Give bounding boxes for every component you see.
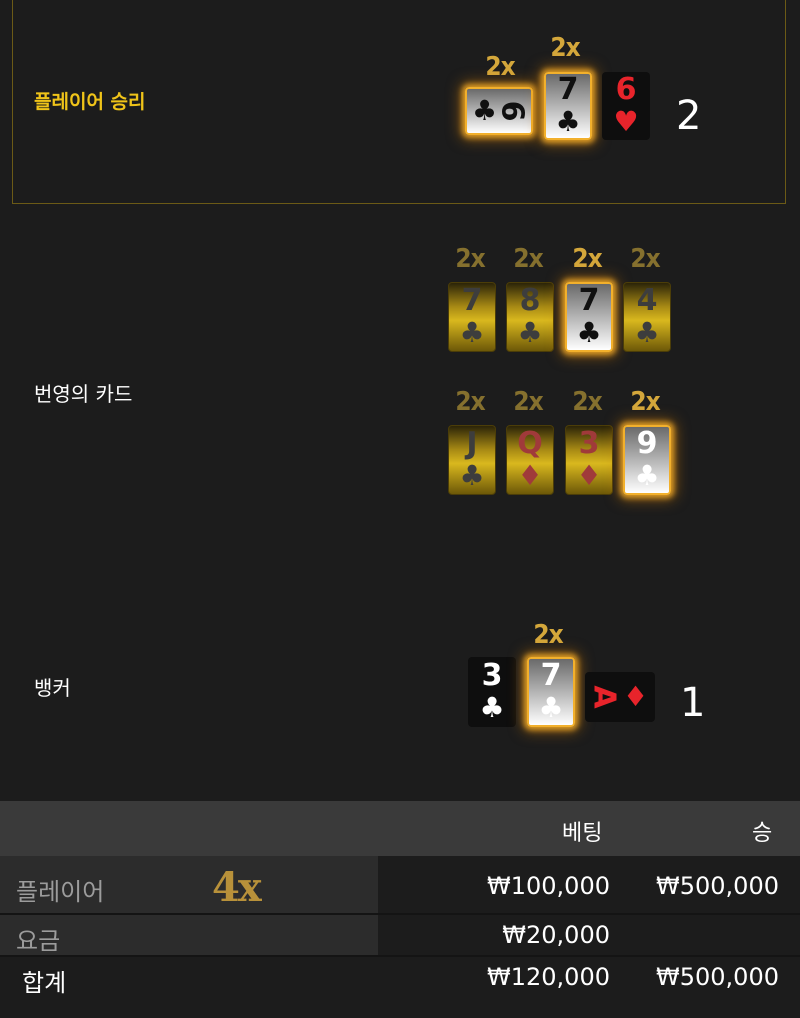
card-rank: 6 — [615, 72, 637, 107]
card-rank: 8 — [519, 283, 541, 318]
banker-card-2: 7 ♣ — [527, 657, 575, 727]
banker-card-1: 3 ♣ — [468, 657, 516, 727]
multiplier-badge: 2x — [455, 244, 485, 274]
player-card-1: ♣ 9 — [465, 87, 533, 135]
multiplier-badge: 2x — [630, 387, 660, 417]
player-score: 2 — [676, 93, 702, 139]
table-row: 플레이어 4x ₩100,000 ₩500,000 — [0, 856, 800, 913]
table-header: 베팅 승 — [0, 801, 800, 856]
banker-score: 1 — [680, 680, 706, 726]
lightning-card: 8 ♣ — [506, 282, 554, 352]
bet-column-header: 베팅 — [562, 821, 603, 846]
card-rank: Q — [517, 426, 543, 461]
card-rank: 7 — [557, 72, 579, 107]
card-rank: 9 — [497, 100, 533, 122]
bet-amount: ₩100,000 — [487, 872, 610, 900]
player-card-3: 6 ♥ — [602, 72, 650, 140]
club-icon: ♣ — [479, 691, 505, 724]
multiplier-badge: 2x — [485, 52, 515, 82]
multiplier-badge: 2x — [513, 244, 543, 274]
player-card-2: 7 ♣ — [544, 72, 592, 140]
card-rank: 3 — [578, 426, 600, 461]
lightning-card-active: 7 ♣ — [565, 282, 613, 352]
card-rank: A — [586, 685, 622, 709]
table-row-total: 합계 ₩120,000 ₩500,000 — [0, 957, 800, 1007]
lightning-card: 4 ♣ — [623, 282, 671, 352]
table-row: 요금 ₩20,000 — [0, 915, 800, 955]
multiplier-badge: 2x — [630, 244, 660, 274]
multiplier-badge: 2x — [455, 387, 485, 417]
card-rank: 3 — [481, 658, 503, 693]
row-label: 요금 — [16, 927, 61, 955]
diamond-icon: ♦ — [623, 680, 649, 713]
club-icon: ♣ — [634, 459, 660, 492]
card-rank: 7 — [540, 658, 562, 693]
diamond-icon: ♦ — [517, 459, 543, 492]
bet-amount: ₩120,000 — [487, 963, 610, 991]
banker-card-3: A ♦ — [585, 672, 655, 722]
club-icon: ♣ — [538, 691, 564, 724]
lightning-card: J ♣ — [448, 425, 496, 495]
multiplier-badge: 2x — [550, 33, 580, 63]
multiplier-badge: 2x — [572, 387, 602, 417]
card-rank: 7 — [461, 283, 483, 318]
card-rank: J — [466, 426, 478, 461]
club-icon: ♣ — [472, 94, 498, 127]
card-rank: 7 — [578, 283, 600, 318]
heart-icon: ♥ — [613, 105, 639, 138]
row-label: 합계 — [22, 969, 67, 997]
club-icon: ♣ — [517, 316, 543, 349]
lightning-card: Q ♦ — [506, 425, 554, 495]
lightning-card: 3 ♦ — [565, 425, 613, 495]
club-icon: ♣ — [459, 459, 485, 492]
lightning-card: 7 ♣ — [448, 282, 496, 352]
club-icon: ♣ — [555, 105, 581, 138]
card-rank: 4 — [636, 283, 658, 318]
multiplier-badge: 2x — [533, 620, 563, 650]
banker-label: 뱅커 — [34, 676, 71, 700]
win-amount: ₩500,000 — [656, 963, 779, 991]
multiplier-badge: 4x — [212, 864, 262, 911]
player-win-label: 플레이어 승리 — [34, 91, 146, 113]
multiplier-badge: 2x — [572, 244, 602, 274]
multiplier-badge: 2x — [513, 387, 543, 417]
club-icon: ♣ — [576, 316, 602, 349]
diamond-icon: ♦ — [576, 459, 602, 492]
lightning-card-active: 9 ♣ — [623, 425, 671, 495]
win-column-header: 승 — [752, 821, 773, 846]
lightning-cards-label: 번영의 카드 — [34, 382, 133, 406]
bet-amount: ₩20,000 — [502, 921, 610, 949]
bet-summary-table: 베팅 승 플레이어 4x ₩100,000 ₩500,000 요금 ₩20,00… — [0, 801, 800, 1018]
club-icon: ♣ — [459, 316, 485, 349]
club-icon: ♣ — [634, 316, 660, 349]
row-label: 플레이어 — [16, 878, 105, 906]
card-rank: 9 — [636, 426, 658, 461]
win-amount: ₩500,000 — [656, 872, 779, 900]
